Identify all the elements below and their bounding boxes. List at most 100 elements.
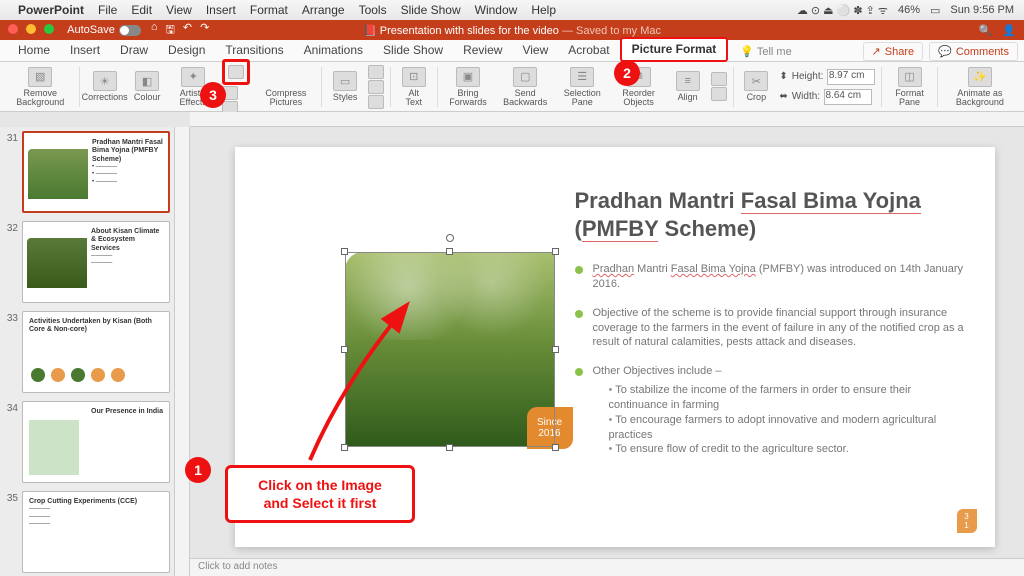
thumb-number: 33 — [4, 311, 18, 393]
colour-button[interactable]: ◧Colour — [128, 64, 166, 110]
tab-insert[interactable]: Insert — [60, 40, 110, 61]
home-icon[interactable]: ⌂ — [151, 21, 158, 40]
clock: Sun 9:56 PM — [950, 4, 1014, 16]
menu-arrange[interactable]: Arrange — [302, 3, 345, 17]
resize-handle[interactable] — [341, 248, 348, 255]
slide-thumbnails[interactable]: 31 Pradhan Mantri Fasal Bima Yojna (PMFB… — [0, 127, 175, 576]
close-icon[interactable] — [8, 24, 18, 34]
group-button[interactable] — [711, 72, 727, 86]
tell-me-search[interactable]: 💡 Tell me — [734, 42, 797, 61]
width-field[interactable]: ⬌Width:8.64 cm — [779, 89, 872, 105]
alt-text-button[interactable]: ⊡Alt Text — [395, 64, 433, 110]
selection-pane-button[interactable]: ☰Selection Pane — [556, 64, 609, 110]
picture-adjust-small — [220, 57, 252, 117]
resize-handle[interactable] — [552, 444, 559, 451]
arrange-small — [709, 70, 729, 103]
compress-pictures-label: Compress Pictures — [254, 64, 317, 110]
menu-window[interactable]: Window — [475, 3, 518, 17]
resize-handle[interactable] — [552, 248, 559, 255]
picture-effects-button[interactable] — [368, 80, 384, 94]
menu-help[interactable]: Help — [531, 3, 556, 17]
save-icon[interactable]: 🖫 — [165, 21, 174, 40]
battery-icon: ▭ — [930, 4, 940, 17]
thumbnail-slide-32[interactable]: About Kisan Climate & Ecosystem Services… — [22, 221, 170, 303]
picture-border-button[interactable] — [368, 65, 384, 79]
picture-styles-button[interactable]: ▭Styles — [326, 64, 364, 110]
resize-handle[interactable] — [446, 248, 453, 255]
app-name[interactable]: PowerPoint — [18, 3, 84, 17]
resize-handle[interactable] — [446, 444, 453, 451]
send-backwards-button[interactable]: ▢Send Backwards — [496, 64, 553, 110]
share-button[interactable]: ↗ Share — [863, 42, 924, 61]
menu-slideshow[interactable]: Slide Show — [401, 3, 461, 17]
slide-body[interactable]: Pradhan Mantri Fasal Bima Yojna (PMFBY) … — [575, 262, 965, 471]
mac-menubar: PowerPoint File Edit View Insert Format … — [0, 0, 1024, 20]
ribbon-tabs: Home Insert Draw Design Transitions Anim… — [0, 40, 1024, 62]
align-button[interactable]: ≡Align — [669, 64, 707, 110]
bring-forwards-button[interactable]: ▣Bring Forwards — [441, 64, 494, 110]
height-field[interactable]: ⬍Height:8.97 cm — [779, 69, 875, 85]
animate-as-background-button[interactable]: ✨Animate as Background — [942, 64, 1018, 110]
resize-handle[interactable] — [552, 346, 559, 353]
window-controls[interactable] — [8, 24, 59, 37]
menu-tools[interactable]: Tools — [359, 3, 387, 17]
thumb-number: 31 — [4, 131, 18, 213]
tab-home[interactable]: Home — [8, 40, 60, 61]
thumb-number: 34 — [4, 401, 18, 483]
status-icons: ☁ ⊙ ⏏ ⚪ ✽ ⇪ ᯤ — [797, 3, 888, 18]
thumbnail-slide-33[interactable]: Activities Undertaken by Kisan (Both Cor… — [22, 311, 170, 393]
annotation-badge-3: 3 — [200, 82, 226, 108]
comments-button[interactable]: 💬 Comments — [929, 42, 1018, 61]
maximize-icon[interactable] — [44, 24, 54, 34]
tab-draw[interactable]: Draw — [110, 40, 158, 61]
rotate-handle[interactable] — [446, 234, 454, 242]
tab-slideshow[interactable]: Slide Show — [373, 40, 453, 61]
notes-pane[interactable]: Click to add notes — [190, 558, 1024, 576]
ruler-vertical — [175, 127, 190, 576]
corrections-button[interactable]: ☀Corrections — [83, 64, 126, 110]
battery-percent: 46% — [898, 4, 920, 16]
thumbnail-slide-35[interactable]: Crop Cutting Experiments (CCE)──────────… — [22, 491, 170, 573]
menu-edit[interactable]: Edit — [131, 3, 152, 17]
toggle-off-icon[interactable] — [119, 25, 141, 36]
tab-picture-format[interactable]: Picture Format — [620, 37, 729, 62]
window-titlebar: AutoSave ⌂ 🖫 ↶ ↷ 📕 Presentation with sli… — [0, 20, 1024, 40]
tab-animations[interactable]: Animations — [294, 40, 373, 61]
thumb-number: 32 — [4, 221, 18, 303]
autosave-label: AutoSave — [67, 24, 115, 36]
picture-style-small — [366, 63, 386, 111]
annotation-badge-1: 1 — [185, 457, 211, 483]
minimize-icon[interactable] — [26, 24, 36, 34]
quick-access-toolbar: ⌂ 🖫 ↶ ↷ — [151, 21, 209, 40]
menu-insert[interactable]: Insert — [206, 3, 236, 17]
annotation-arrow — [280, 300, 440, 470]
account-icon[interactable]: 👤 — [1002, 24, 1016, 37]
slide-title[interactable]: Pradhan Mantri Fasal Bima Yojna (PMFBY S… — [575, 187, 955, 242]
menu-view[interactable]: View — [166, 3, 192, 17]
redo-icon[interactable]: ↷ — [200, 21, 209, 40]
slide-number-badge: 31 — [957, 509, 977, 533]
annotation-badge-2: 2 — [614, 60, 640, 86]
tab-view[interactable]: View — [512, 40, 558, 61]
menu-file[interactable]: File — [98, 3, 117, 17]
thumbnail-slide-31[interactable]: Pradhan Mantri Fasal Bima Yojna (PMFBY S… — [22, 131, 170, 213]
undo-icon[interactable]: ↶ — [183, 21, 192, 40]
rotate-button[interactable] — [711, 87, 727, 101]
autosave-toggle[interactable]: AutoSave — [67, 24, 141, 36]
compress-pictures-button[interactable] — [222, 59, 250, 85]
crop-button[interactable]: ✂Crop — [737, 64, 775, 110]
tab-review[interactable]: Review — [453, 40, 512, 61]
tab-acrobat[interactable]: Acrobat — [558, 40, 619, 61]
format-pane-button[interactable]: ◫Format Pane — [886, 64, 933, 110]
search-icon[interactable]: 🔍 — [979, 24, 993, 37]
ruler-horizontal — [190, 112, 1024, 127]
thumbnail-slide-34[interactable]: Our Presence in India — [22, 401, 170, 483]
thumb-number: 35 — [4, 491, 18, 573]
remove-background-button[interactable]: ▧Remove Background — [6, 64, 75, 110]
main-area: 31 Pradhan Mantri Fasal Bima Yojna (PMFB… — [0, 127, 1024, 576]
picture-layout-button[interactable] — [368, 95, 384, 109]
annotation-callout: Click on the Image and Select it first — [225, 465, 415, 523]
tab-design[interactable]: Design — [158, 40, 215, 61]
ribbon-picture-format: ▧Remove Background ☀Corrections ◧Colour … — [0, 62, 1024, 112]
menu-format[interactable]: Format — [250, 3, 288, 17]
